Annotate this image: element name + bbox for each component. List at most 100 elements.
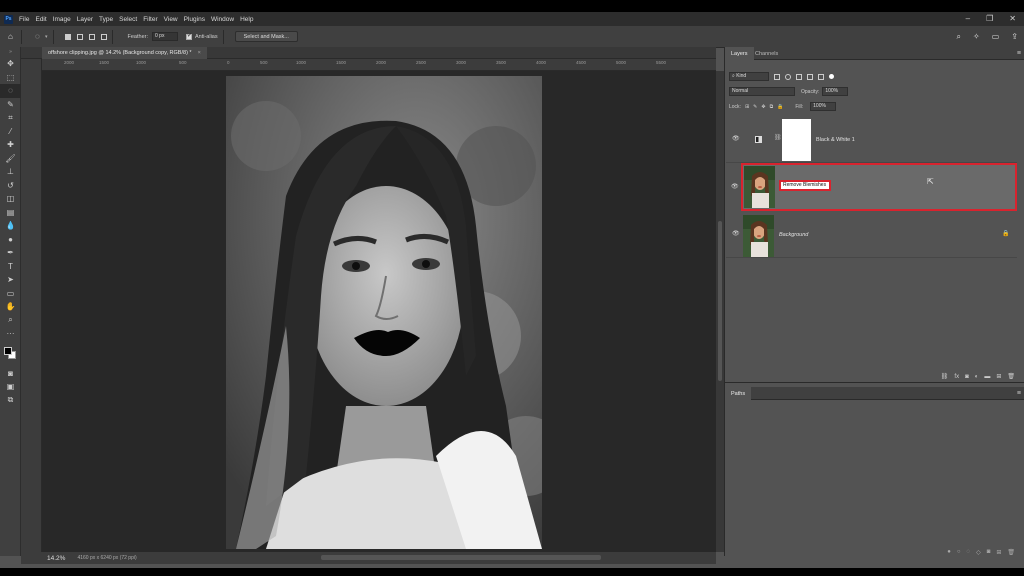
menu-image[interactable]: Image <box>53 16 71 23</box>
scroll-thumb[interactable] <box>718 221 722 381</box>
link-layers-icon[interactable]: ⛓ <box>941 373 949 380</box>
screen-mode-icon[interactable]: ▣ <box>0 380 21 394</box>
rectangle-tool-icon[interactable]: ▭ <box>0 287 21 301</box>
canvas-photo[interactable] <box>226 76 542 549</box>
layer-mask-thumbnail[interactable] <box>782 119 811 161</box>
feather-input[interactable]: 0 px <box>152 32 178 41</box>
filter-toggle-icon[interactable] <box>829 74 834 79</box>
gradient-tool-icon[interactable]: ▤ <box>0 206 21 220</box>
delete-layer-icon[interactable]: 🗑 <box>1007 373 1015 380</box>
pen-tool-icon[interactable]: ✒ <box>0 246 21 260</box>
add-selection-icon[interactable] <box>76 33 83 40</box>
pixel-filter-icon[interactable] <box>774 73 780 80</box>
quick-mask-icon[interactable]: ◙ <box>0 367 21 381</box>
hand-tool-icon[interactable]: ✋ <box>0 300 21 314</box>
fill-path-icon[interactable]: ● <box>947 549 951 559</box>
blur-tool-icon[interactable]: 💧 <box>0 219 21 233</box>
healing-brush-tool-icon[interactable]: ✚ <box>0 138 21 152</box>
new-layer-icon[interactable]: ⊞ <box>996 373 1001 380</box>
new-group-icon[interactable]: ▬ <box>984 374 990 380</box>
foreground-color[interactable] <box>4 346 12 355</box>
visibility-eye-icon[interactable]: 👁 <box>731 183 739 190</box>
opacity-input[interactable]: 100% <box>822 87 849 96</box>
menu-file[interactable]: File <box>19 16 29 23</box>
layer-style-icon[interactable]: fx <box>954 374 959 380</box>
eraser-tool-icon[interactable]: ◫ <box>0 192 21 206</box>
select-and-mask-button[interactable]: Select and Mask... <box>234 31 298 42</box>
marquee-tool-icon[interactable]: ⬚ <box>0 71 21 85</box>
menu-plugins[interactable]: Plugins <box>184 16 205 23</box>
kind-filter-select[interactable]: ⌕ Kind <box>729 72 769 81</box>
make-path-icon[interactable]: ◇ <box>976 549 981 559</box>
search-icon[interactable]: ⌕ <box>957 32 961 42</box>
lock-icon[interactable]: 🔒 <box>1002 230 1009 237</box>
lock-all-icon[interactable]: 🔒 <box>777 104 783 110</box>
tab-paths[interactable]: Paths <box>725 387 752 400</box>
add-mask-icon[interactable]: ◙ <box>987 549 991 559</box>
restore-icon[interactable]: ❐ <box>986 14 993 23</box>
horizontal-scrollbar[interactable] <box>321 555 601 560</box>
edit-toolbar-icon[interactable]: ⧉ <box>0 394 21 408</box>
smart-object-filter-icon[interactable] <box>818 73 824 80</box>
new-path-icon[interactable]: ⊞ <box>996 549 1001 559</box>
color-swatches[interactable] <box>0 341 20 367</box>
crop-tool-icon[interactable]: ⌗ <box>0 111 21 125</box>
new-selection-icon[interactable] <box>64 33 71 40</box>
blend-mode-select[interactable]: Normal <box>729 87 795 96</box>
layer-thumbnail[interactable] <box>743 215 774 257</box>
layer-name[interactable]: Background <box>779 232 808 238</box>
shape-filter-icon[interactable] <box>807 73 813 80</box>
layer-thumbnail[interactable] <box>744 166 775 208</box>
menu-select[interactable]: Select <box>119 16 137 23</box>
share-icon[interactable]: ⇪ <box>1011 32 1018 42</box>
close-tab-icon[interactable]: × <box>198 50 201 56</box>
history-brush-tool-icon[interactable]: ↺ <box>0 179 21 193</box>
move-tool-icon[interactable]: ✥ <box>0 57 21 71</box>
more-tools-icon[interactable]: ··· <box>0 327 21 341</box>
layer-row-black-white[interactable]: 👁 ⛓ Black & White 1 <box>726 117 1017 163</box>
visibility-eye-icon[interactable]: 👁 <box>732 135 740 142</box>
subtract-selection-icon[interactable] <box>88 33 95 40</box>
load-selection-icon[interactable]: ◌ <box>967 549 971 559</box>
workspace-icon[interactable]: ▭ <box>992 32 1000 42</box>
add-mask-icon[interactable]: ◙ <box>965 374 969 380</box>
layer-row-remove-blemishes[interactable]: 👁 Remove Blemishes ⇱ <box>731 163 1017 211</box>
stroke-path-icon[interactable]: ○ <box>957 549 961 559</box>
antialias-checkbox[interactable] <box>186 32 192 40</box>
document-tab[interactable]: offshore clipping.jpg @ 14.2% (Backgroun… <box>42 47 207 59</box>
fill-input[interactable]: 100% <box>810 102 837 111</box>
dodge-tool-icon[interactable]: ● <box>0 233 21 247</box>
layer-row-background[interactable]: 👁 Background 🔒 <box>726 212 1017 258</box>
zoom-level[interactable]: 14.2% <box>47 555 65 562</box>
link-icon[interactable]: ⛓ <box>774 134 782 141</box>
discover-icon[interactable]: ✧ <box>973 32 980 42</box>
menu-type[interactable]: Type <box>99 16 113 23</box>
type-tool-icon[interactable]: T <box>0 260 21 274</box>
path-selection-tool-icon[interactable]: ➤ <box>0 273 21 287</box>
lasso-tool-icon[interactable]: ◌ <box>35 32 43 41</box>
layer-rename-input[interactable]: Remove Blemishes <box>779 180 831 191</box>
menu-window[interactable]: Window <box>211 16 234 23</box>
panel-menu-icon[interactable]: ≡ <box>1017 50 1021 57</box>
lock-position-icon[interactable]: ✥ <box>761 104 765 110</box>
menu-layer[interactable]: Layer <box>77 16 93 23</box>
menu-help[interactable]: Help <box>240 16 253 23</box>
panel-menu-icon[interactable]: ≡ <box>1017 390 1021 397</box>
menu-edit[interactable]: Edit <box>35 16 46 23</box>
eyedropper-tool-icon[interactable]: ⁄ <box>0 125 21 139</box>
lock-image-icon[interactable]: ✎ <box>753 104 757 110</box>
brush-tool-icon[interactable]: 🖌 <box>0 152 21 166</box>
lasso-tool-icon[interactable]: ◌ <box>0 84 21 98</box>
adjustment-filter-icon[interactable] <box>785 73 791 80</box>
menu-view[interactable]: View <box>164 16 178 23</box>
vertical-scrollbar[interactable] <box>716 71 724 552</box>
quick-selection-tool-icon[interactable]: ✎ <box>0 98 21 112</box>
tab-channels[interactable]: Channels <box>749 47 784 60</box>
new-adjustment-icon[interactable]: ◐ <box>975 374 979 380</box>
visibility-eye-icon[interactable]: 👁 <box>732 230 740 237</box>
lock-transparent-icon[interactable]: ⊞ <box>745 104 749 110</box>
document-info[interactable]: 4160 px x 6240 px (72 ppi) <box>77 555 136 561</box>
clone-stamp-tool-icon[interactable]: ⊥ <box>0 165 21 179</box>
close-icon[interactable]: ✕ <box>1009 14 1016 23</box>
chevron-down-icon[interactable]: ▾ <box>45 34 48 40</box>
